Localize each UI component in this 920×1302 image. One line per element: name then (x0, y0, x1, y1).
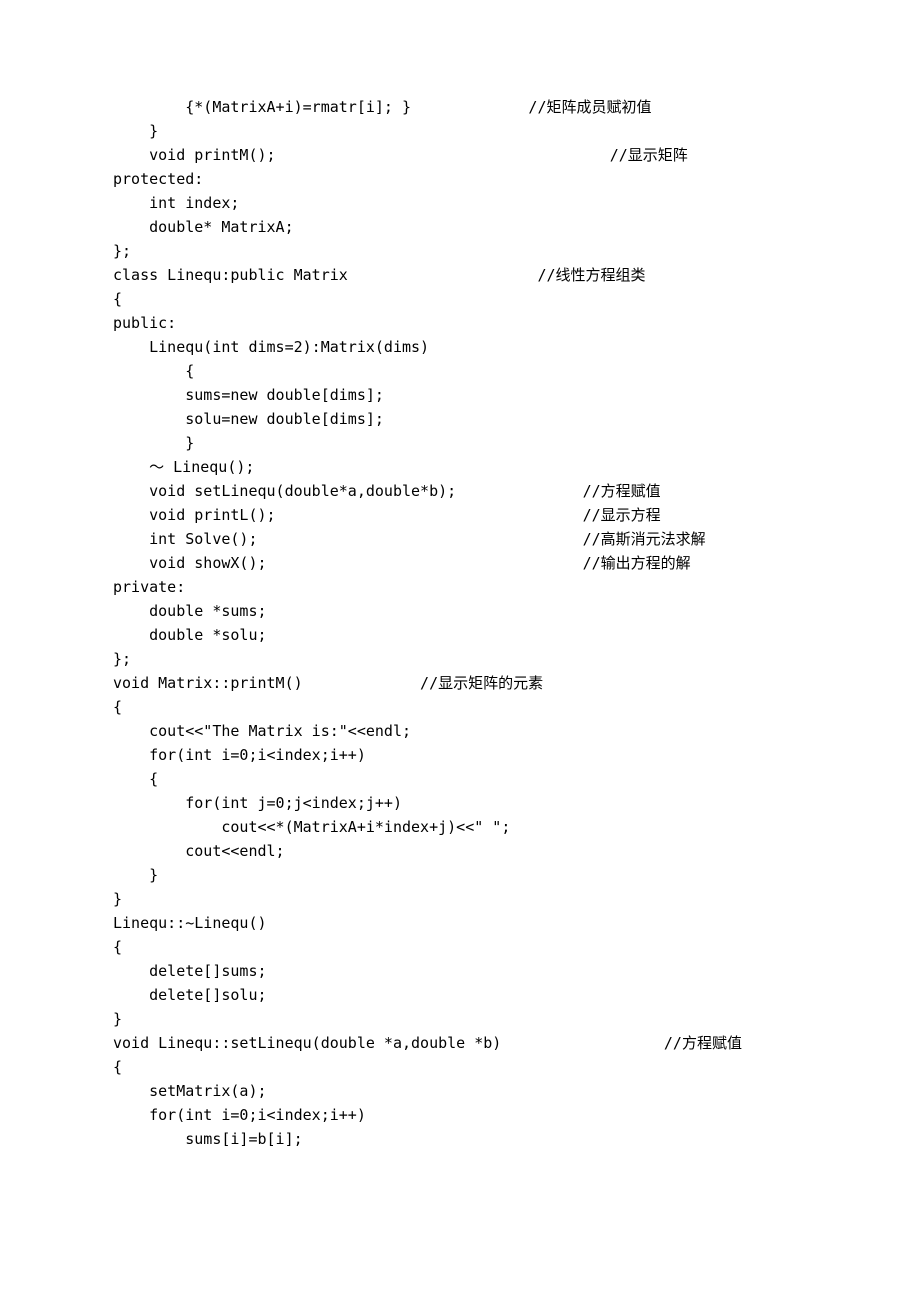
code-line: for(int i=0;i<index;i++) (113, 743, 807, 767)
code-line: delete[]sums; (113, 959, 807, 983)
code-line: } (113, 119, 807, 143)
code-line: { (113, 695, 807, 719)
code-line: sums=new double[dims]; (113, 383, 807, 407)
code-line: for(int i=0;i<index;i++) (113, 1103, 807, 1127)
code-line: protected: (113, 167, 807, 191)
code-line: double *sums; (113, 599, 807, 623)
code-line: int index; (113, 191, 807, 215)
code-line: { (113, 767, 807, 791)
code-line: public: (113, 311, 807, 335)
code-line: { (113, 287, 807, 311)
code-line: delete[]solu; (113, 983, 807, 1007)
code-line: cout<<*(MatrixA+i*index+j)<<" "; (113, 815, 807, 839)
code-line: } (113, 431, 807, 455)
code-line: for(int j=0;j<index;j++) (113, 791, 807, 815)
code-line: private: (113, 575, 807, 599)
code-line: double* MatrixA; (113, 215, 807, 239)
code-line: void Matrix::printM() //显示矩阵的元素 (113, 671, 807, 695)
code-line: Linequ(int dims=2):Matrix(dims) (113, 335, 807, 359)
code-line: ～ Linequ(); (113, 455, 807, 479)
code-line: }; (113, 239, 807, 263)
code-line: void printM(); //显示矩阵 (113, 143, 807, 167)
code-line: int Solve(); //高斯消元法求解 (113, 527, 807, 551)
code-line: void printL(); //显示方程 (113, 503, 807, 527)
code-line: cout<<endl; (113, 839, 807, 863)
code-line: }; (113, 647, 807, 671)
code-line: } (113, 863, 807, 887)
code-line: void setLinequ(double*a,double*b); //方程赋… (113, 479, 807, 503)
code-line: } (113, 887, 807, 911)
code-line: { (113, 359, 807, 383)
code-line: solu=new double[dims]; (113, 407, 807, 431)
code-line: cout<<"The Matrix is:"<<endl; (113, 719, 807, 743)
code-line: {*(MatrixA+i)=rmatr[i]; } //矩阵成员赋初值 (113, 95, 807, 119)
code-line: class Linequ:public Matrix //线性方程组类 (113, 263, 807, 287)
code-line: void Linequ::setLinequ(double *a,double … (113, 1031, 807, 1055)
code-line: { (113, 1055, 807, 1079)
code-line: double *solu; (113, 623, 807, 647)
code-line: { (113, 935, 807, 959)
code-line: } (113, 1007, 807, 1031)
code-line: sums[i]=b[i]; (113, 1127, 807, 1151)
code-line: setMatrix(a); (113, 1079, 807, 1103)
code-line: Linequ::~Linequ() (113, 911, 807, 935)
code-page: {*(MatrixA+i)=rmatr[i]; } //矩阵成员赋初值 } vo… (0, 0, 920, 1191)
code-line: void showX(); //输出方程的解 (113, 551, 807, 575)
